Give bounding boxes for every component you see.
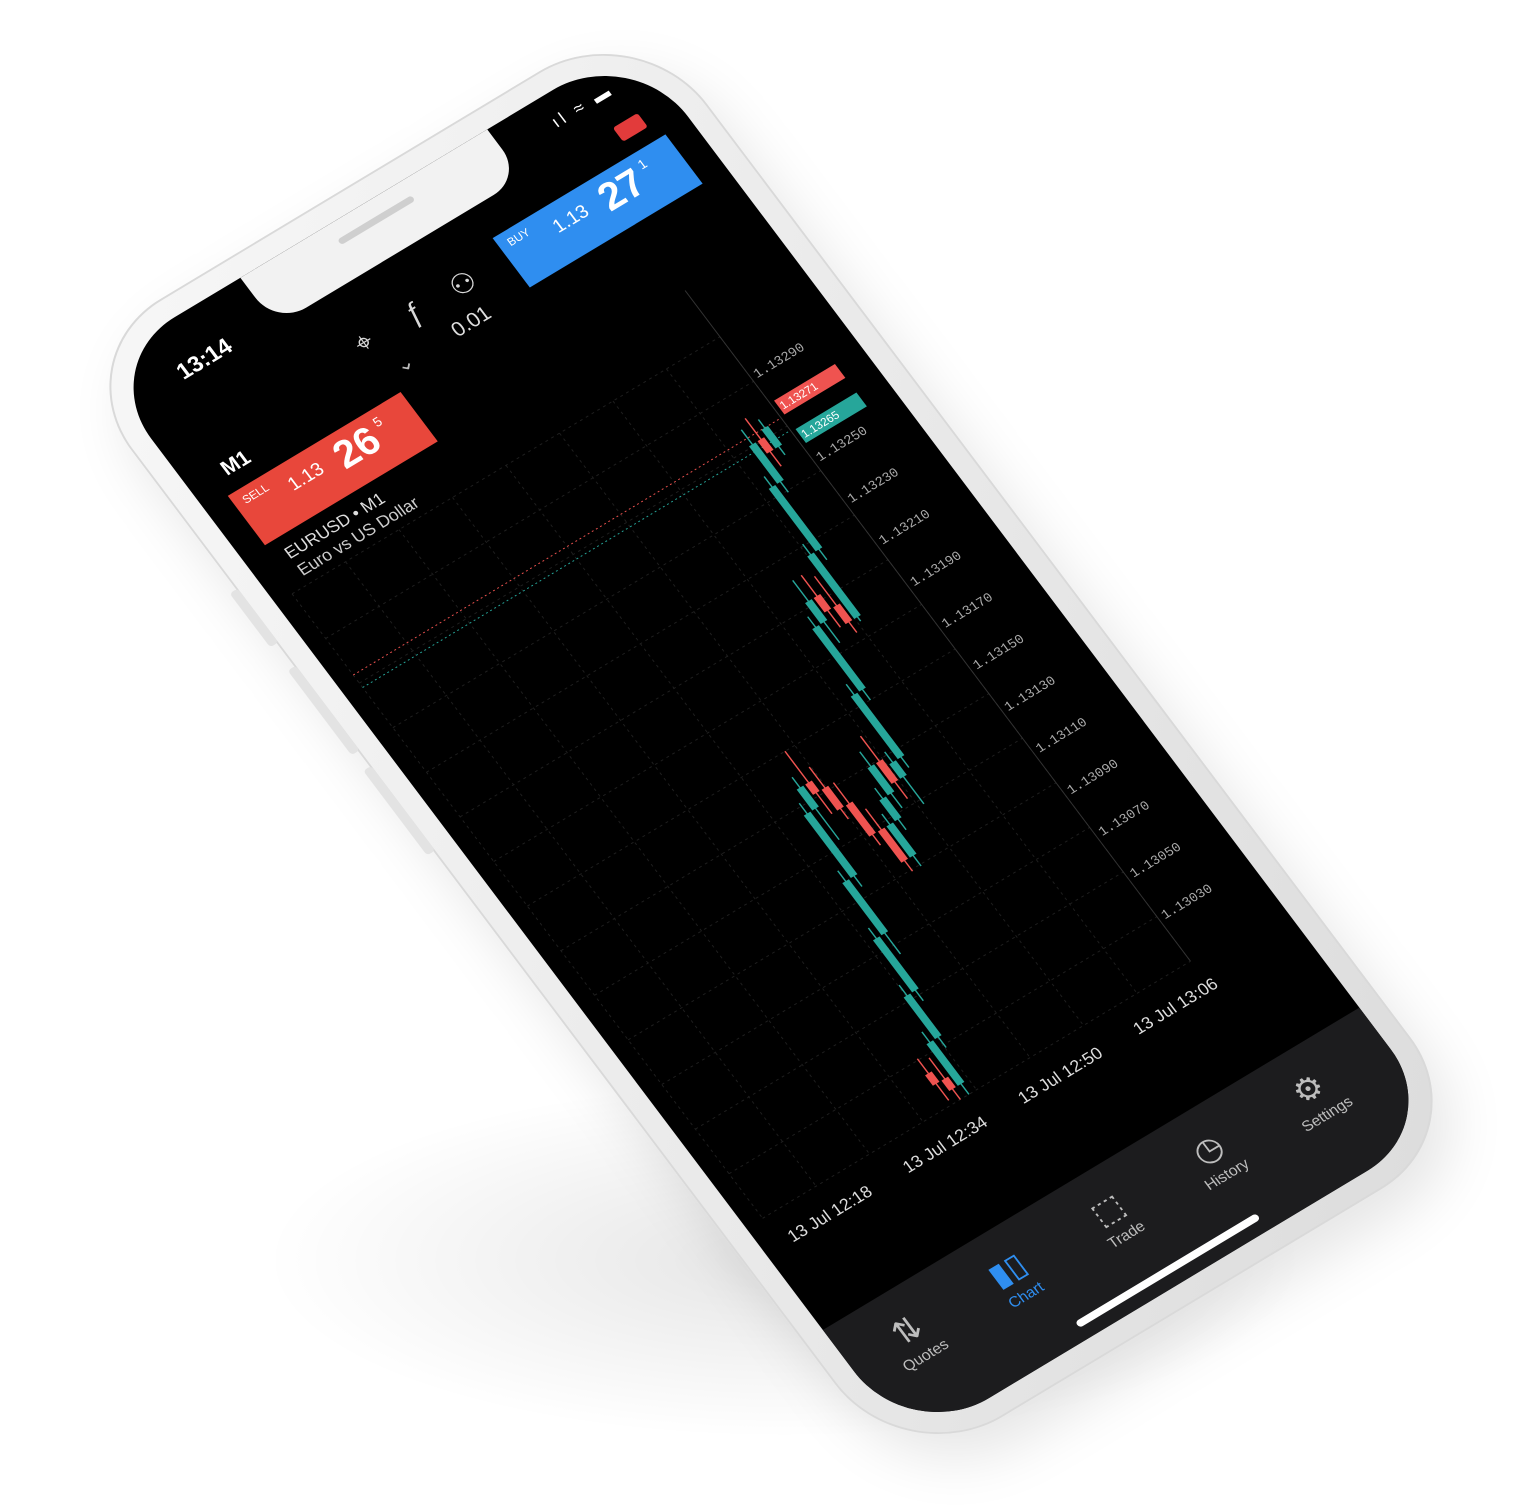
candle-body	[803, 811, 858, 879]
ask-line	[362, 430, 791, 688]
candle-body	[872, 936, 919, 993]
grid-line-h	[358, 425, 788, 684]
grid-line-h	[392, 470, 822, 729]
candle-body	[850, 692, 905, 760]
candle-body	[845, 801, 876, 837]
bid-line	[352, 417, 782, 676]
candle-body	[925, 1071, 940, 1086]
grid-line-h	[661, 827, 1090, 1085]
grid-line-h	[493, 603, 922, 862]
price-axis-line	[684, 290, 1191, 962]
candle-body	[821, 785, 844, 811]
candle-body	[768, 484, 823, 552]
grid-line-h	[627, 782, 1057, 1041]
candle-body	[812, 625, 866, 692]
